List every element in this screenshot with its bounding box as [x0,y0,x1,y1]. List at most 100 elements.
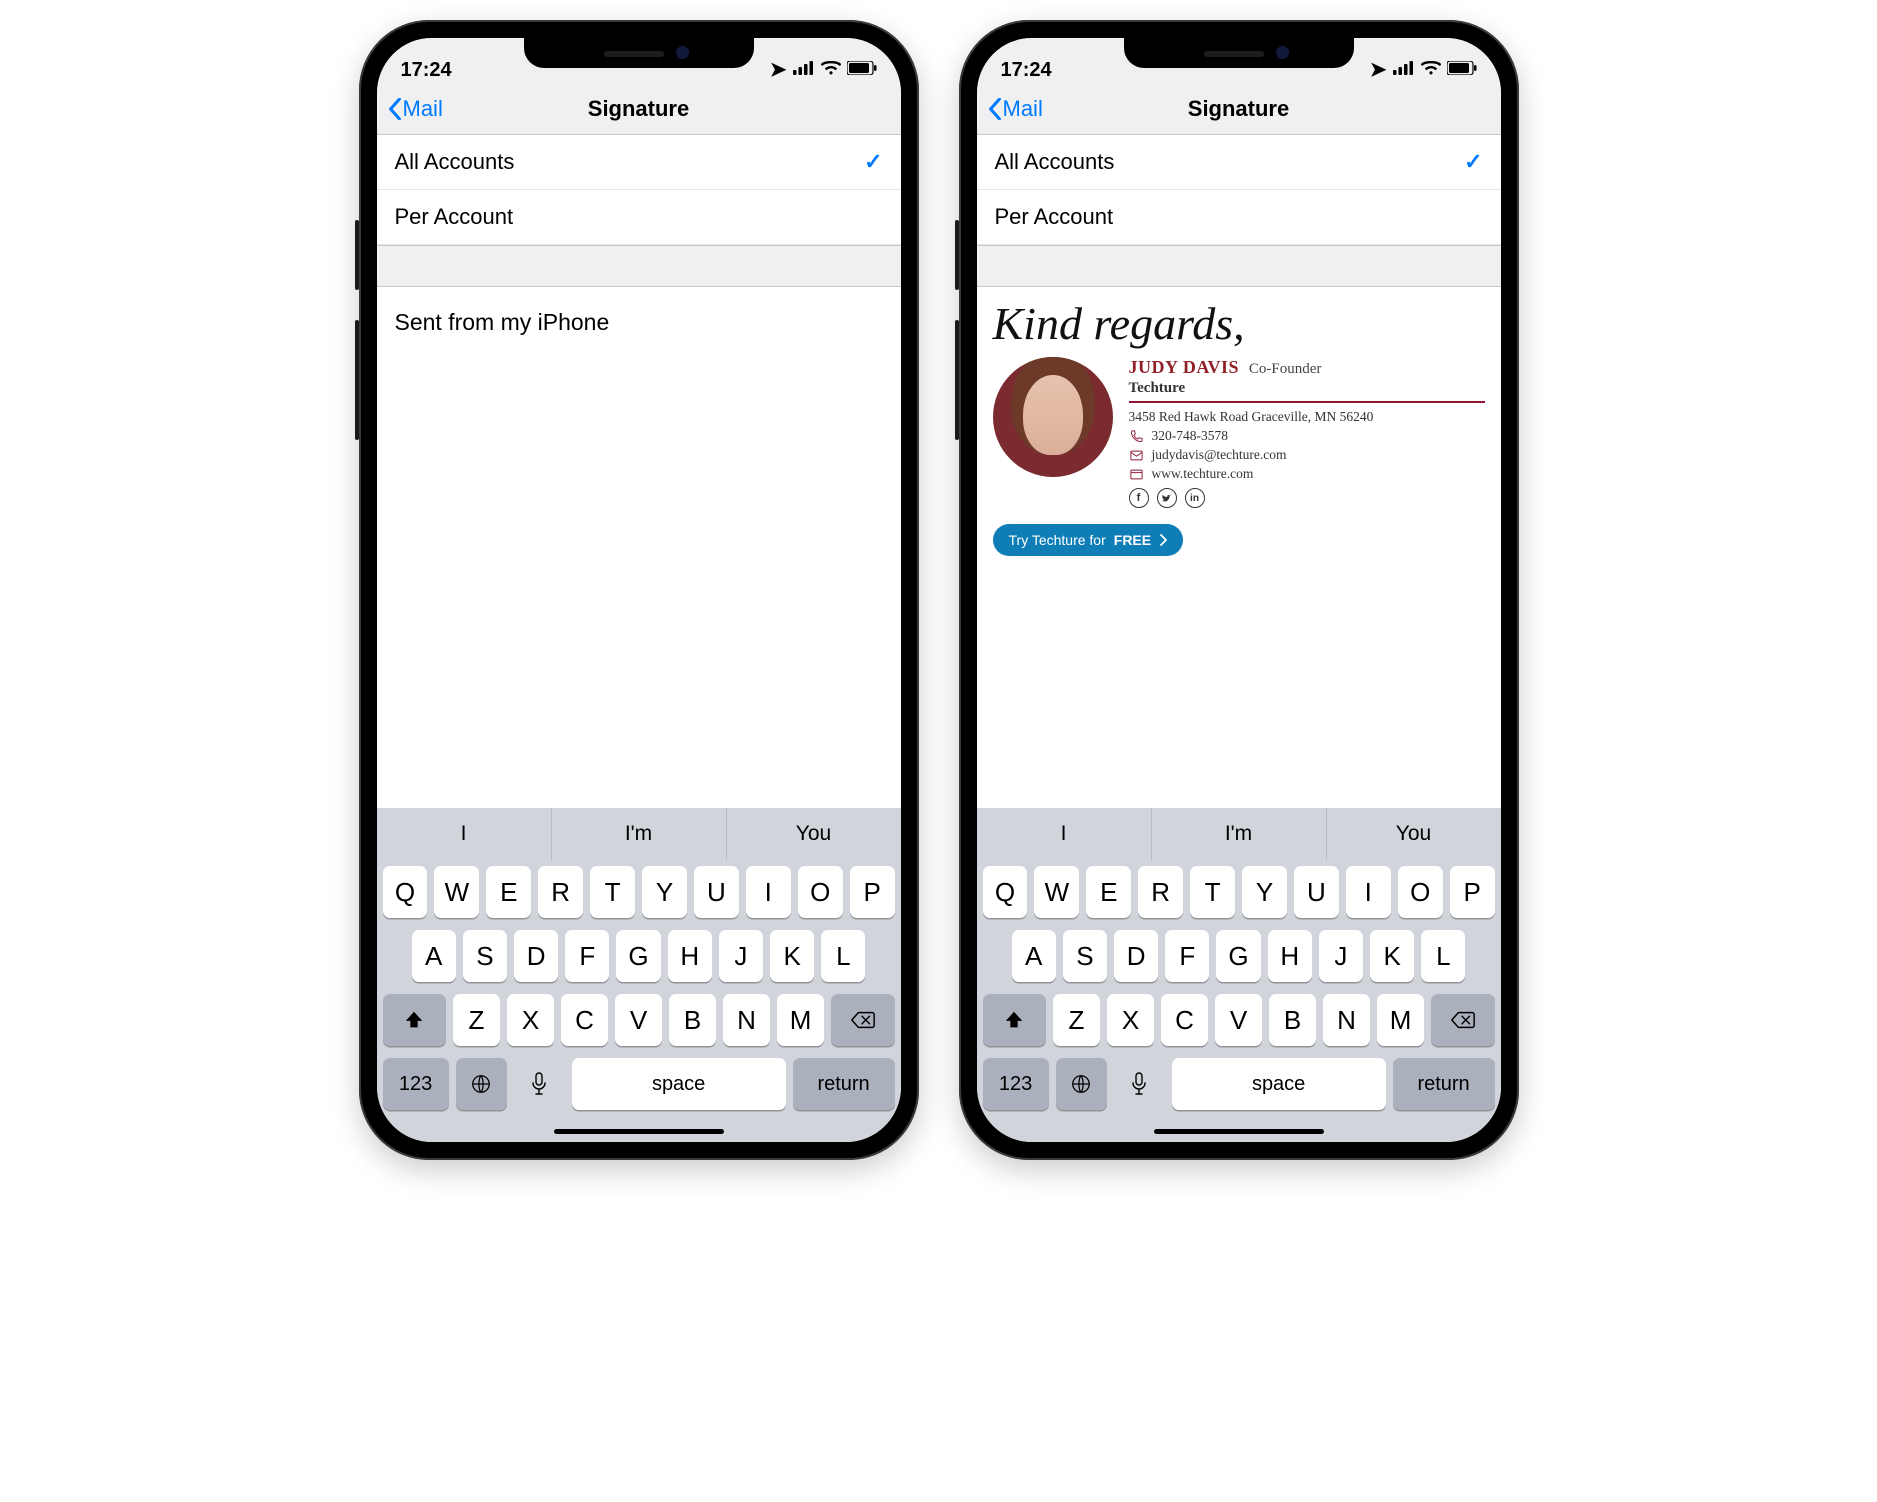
back-button[interactable]: Mail [387,96,443,122]
key-j[interactable]: J [719,930,763,982]
prediction-bar: I I'm You [977,808,1501,860]
signature-email: judydavis@techture.com [1129,447,1485,463]
key-w[interactable]: W [434,866,479,918]
key-backspace[interactable] [1431,994,1494,1046]
website-text: www.techture.com [1152,466,1254,482]
key-i[interactable]: I [746,866,791,918]
back-button[interactable]: Mail [987,96,1043,122]
prediction-1[interactable]: I [377,808,551,860]
key-return[interactable]: return [1393,1058,1495,1110]
key-v[interactable]: V [1215,994,1262,1046]
key-l[interactable]: L [1421,930,1465,982]
key-i[interactable]: I [1346,866,1391,918]
linkedin-icon[interactable]: in [1185,488,1205,508]
key-n[interactable]: N [723,994,770,1046]
key-r[interactable]: R [538,866,583,918]
key-dictate[interactable] [514,1058,565,1110]
signature-editor[interactable]: Kind regards, JUDY DAVIS Co-Founder Tech… [977,287,1501,808]
key-m[interactable]: M [777,994,824,1046]
prediction-1[interactable]: I [977,808,1151,860]
status-icons: ➤ [770,57,877,82]
key-a[interactable]: A [1012,930,1056,982]
key-return[interactable]: return [793,1058,895,1110]
key-s[interactable]: S [463,930,507,982]
key-t[interactable]: T [1190,866,1235,918]
key-backspace[interactable] [831,994,894,1046]
key-globe[interactable] [1056,1058,1107,1110]
twitter-icon[interactable] [1157,488,1177,508]
key-j[interactable]: J [1319,930,1363,982]
key-x[interactable]: X [507,994,554,1046]
key-b[interactable]: B [1269,994,1316,1046]
cta-button[interactable]: Try Techture for FREE [993,524,1184,556]
key-p[interactable]: P [850,866,895,918]
signature-address: 3458 Red Hawk Road Graceville, MN 56240 [1129,409,1485,425]
mic-icon [1131,1072,1147,1096]
key-l[interactable]: L [821,930,865,982]
key-a[interactable]: A [412,930,456,982]
home-indicator[interactable] [1154,1129,1324,1134]
key-o[interactable]: O [798,866,843,918]
prediction-2[interactable]: I'm [551,808,726,860]
key-c[interactable]: C [561,994,608,1046]
key-f[interactable]: F [565,930,609,982]
key-f[interactable]: F [1165,930,1209,982]
key-p[interactable]: P [1450,866,1495,918]
key-y[interactable]: Y [642,866,687,918]
home-indicator[interactable] [554,1129,724,1134]
prediction-3[interactable]: You [1326,808,1501,860]
key-space[interactable]: space [572,1058,786,1110]
key-s[interactable]: S [1063,930,1107,982]
row-label: Per Account [395,204,514,230]
key-c[interactable]: C [1161,994,1208,1046]
prediction-3[interactable]: You [726,808,901,860]
facebook-icon[interactable]: f [1129,488,1149,508]
key-k[interactable]: K [770,930,814,982]
key-123[interactable]: 123 [383,1058,449,1110]
key-m[interactable]: M [1377,994,1424,1046]
key-r[interactable]: R [1138,866,1183,918]
row-all-accounts[interactable]: All Accounts ✓ [977,135,1501,190]
key-123[interactable]: 123 [983,1058,1049,1110]
key-space[interactable]: space [1172,1058,1386,1110]
key-d[interactable]: D [1114,930,1158,982]
key-v[interactable]: V [615,994,662,1046]
key-b[interactable]: B [669,994,716,1046]
key-q[interactable]: Q [983,866,1028,918]
key-globe[interactable] [456,1058,507,1110]
signature-editor[interactable]: Sent from my iPhone [377,287,901,808]
key-e[interactable]: E [486,866,531,918]
key-n[interactable]: N [1323,994,1370,1046]
row-per-account[interactable]: Per Account [377,190,901,245]
key-z[interactable]: Z [1053,994,1100,1046]
row-all-accounts[interactable]: All Accounts ✓ [377,135,901,190]
key-g[interactable]: G [1216,930,1260,982]
prediction-2[interactable]: I'm [1151,808,1326,860]
key-g[interactable]: G [616,930,660,982]
signature-company: Techture [1129,380,1485,397]
key-shift[interactable] [383,994,446,1046]
wifi-icon [1421,58,1441,81]
signature-website: www.techture.com [1129,466,1485,482]
key-o[interactable]: O [1398,866,1443,918]
row-per-account[interactable]: Per Account [977,190,1501,245]
key-u[interactable]: U [1294,866,1339,918]
key-h[interactable]: H [1268,930,1312,982]
key-dictate[interactable] [1114,1058,1165,1110]
key-shift[interactable] [983,994,1046,1046]
key-h[interactable]: H [668,930,712,982]
key-y[interactable]: Y [1242,866,1287,918]
key-d[interactable]: D [514,930,558,982]
notch [1124,38,1354,68]
key-w[interactable]: W [1034,866,1079,918]
key-u[interactable]: U [694,866,739,918]
key-e[interactable]: E [1086,866,1131,918]
key-q[interactable]: Q [383,866,428,918]
key-t[interactable]: T [590,866,635,918]
key-z[interactable]: Z [453,994,500,1046]
avatar [993,357,1113,477]
signature-phone: 320-748-3578 [1129,428,1485,444]
key-k[interactable]: K [1370,930,1414,982]
row-label: All Accounts [395,149,515,175]
key-x[interactable]: X [1107,994,1154,1046]
